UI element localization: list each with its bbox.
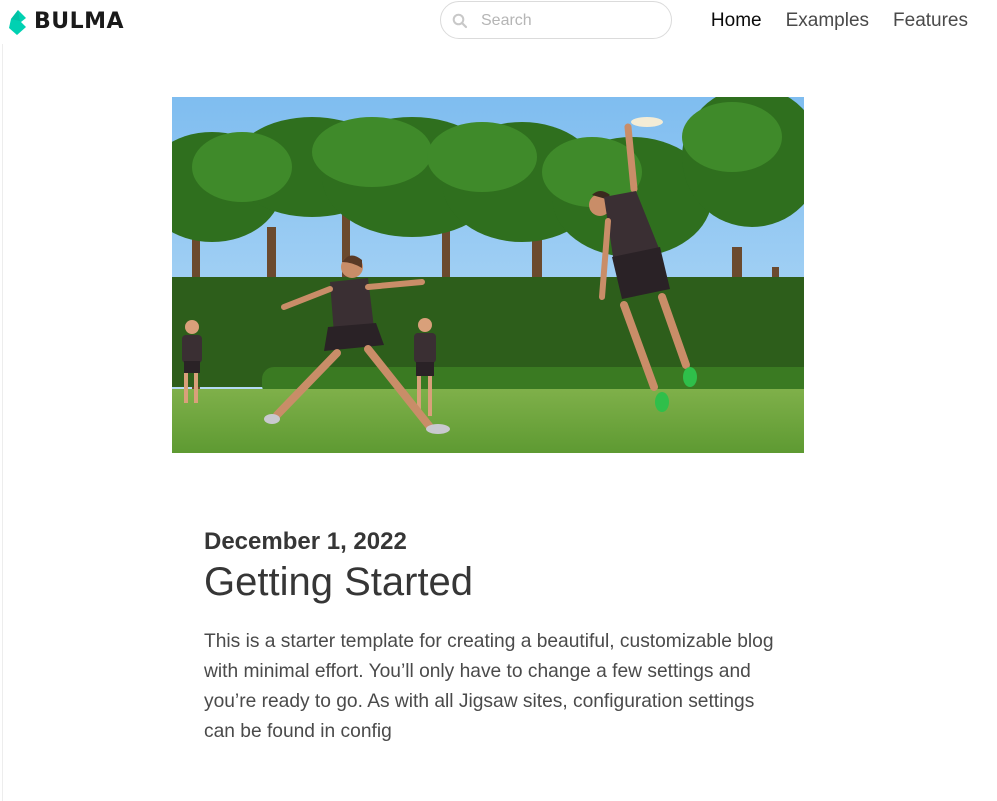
- post-hero-image[interactable]: [172, 97, 804, 453]
- page-left-border: [2, 44, 3, 801]
- nav-menu: Home Examples Features: [687, 0, 968, 42]
- brand-logo-link[interactable]: BULMA: [8, 8, 124, 36]
- search-icon: [452, 13, 468, 29]
- navbar: BULMA Home Examples Features: [0, 0, 997, 44]
- search-input[interactable]: [479, 2, 663, 40]
- post-date: December 1, 2022: [204, 528, 407, 555]
- post-title[interactable]: Getting Started: [204, 558, 473, 606]
- hero-photo-illustration: [172, 97, 804, 453]
- brand-name: BULMA: [34, 9, 125, 34]
- post-excerpt: This is a starter template for creating …: [204, 631, 774, 742]
- nav-item-examples[interactable]: Examples: [786, 0, 869, 42]
- search-box[interactable]: [440, 1, 672, 40]
- nav-item-features[interactable]: Features: [893, 0, 968, 42]
- bulma-logo-icon: [9, 10, 26, 35]
- nav-item-home[interactable]: Home: [711, 0, 762, 42]
